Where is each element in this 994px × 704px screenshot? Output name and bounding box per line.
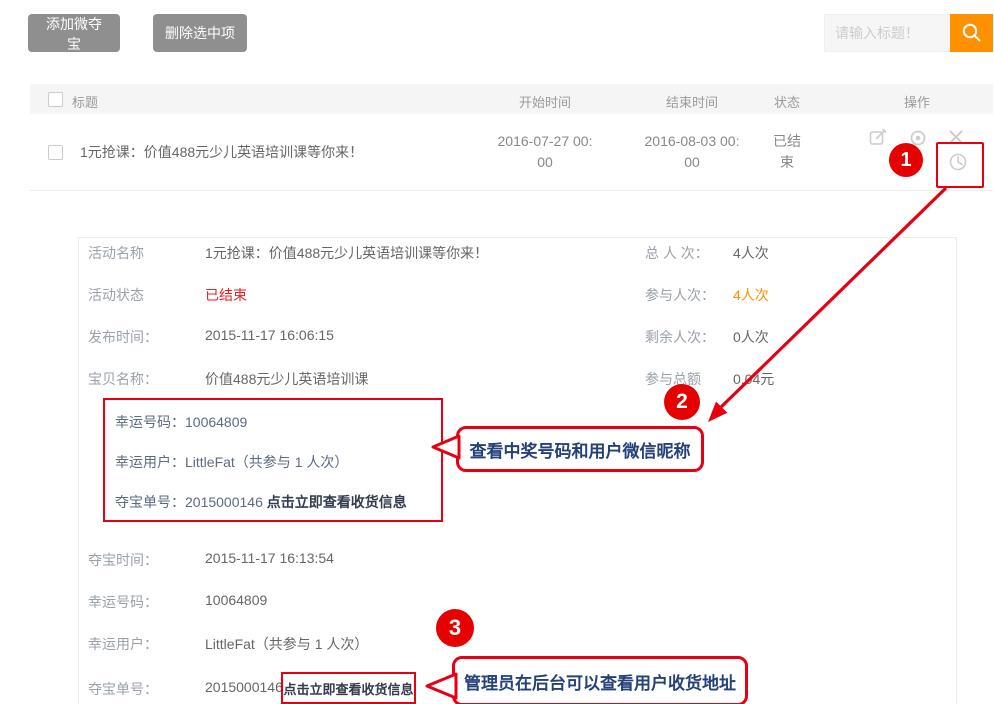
value-win-time: 2015-11-17 16:13:54 <box>205 550 334 566</box>
value-order-number: 2015000146 <box>205 679 283 695</box>
table-header: 标题 开始时间 结束时间 状态 操作 <box>30 84 993 114</box>
lucky-order-value: 2015000146 <box>185 494 267 510</box>
add-weiduobao-button[interactable]: 添加微夺宝 <box>28 14 120 52</box>
search-icon <box>960 21 984 45</box>
select-all-checkbox[interactable] <box>48 92 63 107</box>
callout-winning-info: 查看中奖号码和用户微信昵称 <box>456 426 704 472</box>
table-row[interactable]: 1元抢课：价值488元少儿英语培训课等你来！ 2016-07-27 00:00 … <box>30 114 993 191</box>
label-order-number: 夺宝单号： <box>88 679 158 699</box>
value-lucky-user: LittleFat（共参与 1 人次） <box>205 634 368 654</box>
view-shipping-info-link[interactable]: 点击立即查看收货信息 <box>267 494 407 510</box>
lucky-user-value: LittleFat（共参与 1 人次） <box>185 454 348 470</box>
cell-status: 已结束 <box>770 131 804 173</box>
step-badge-1: 1 <box>889 143 923 177</box>
label-total-count: 总 人 次： <box>645 243 709 263</box>
label-activity-name: 活动名称 <box>88 243 144 263</box>
lucky-order-row: 夺宝单号：2015000146 点击立即查看收货信息 <box>115 492 407 512</box>
cell-end-time: 2016-08-03 00:00 <box>642 131 742 173</box>
lucky-number-value: 10064809 <box>185 414 247 430</box>
column-header-end-time: 结束时间 <box>642 92 742 111</box>
label-publish-time: 发布时间： <box>88 327 158 347</box>
column-header-actions: 操作 <box>887 92 947 111</box>
value-total-count: 4人次 <box>733 243 769 263</box>
value-remaining-count: 0人次 <box>733 327 769 347</box>
label-activity-status: 活动状态 <box>88 285 144 305</box>
step-badge-2: 2 <box>664 384 700 420</box>
value-total-amount: 0.04元 <box>733 369 774 389</box>
lucky-number-label: 幸运号码： <box>115 414 185 430</box>
label-win-time: 夺宝时间： <box>88 550 158 570</box>
lucky-number-row: 幸运号码：10064809 <box>115 412 247 432</box>
step-badge-3: 3 <box>436 609 474 647</box>
search-input[interactable] <box>824 14 950 52</box>
row-checkbox[interactable] <box>48 145 63 160</box>
edit-icon[interactable] <box>868 127 888 147</box>
annotation-box-clock <box>936 142 984 188</box>
label-lucky-number: 幸运号码： <box>88 592 158 612</box>
label-lucky-user: 幸运用户： <box>88 634 158 654</box>
label-remaining-count: 剩余人次： <box>645 327 715 347</box>
delete-selected-button[interactable]: 删除选中项 <box>153 14 247 52</box>
label-joined-count: 参与人次： <box>645 285 715 305</box>
lucky-order-label: 夺宝单号： <box>115 494 185 510</box>
label-prize-name: 宝贝名称： <box>88 369 158 389</box>
value-activity-status: 已结束 <box>205 285 247 305</box>
search-button[interactable] <box>950 14 993 52</box>
row-title: 1元抢课：价值488元少儿英语培训课等你来！ <box>80 142 363 162</box>
value-prize-name: 价值488元少儿英语培训课 <box>205 369 368 389</box>
column-header-start-time: 开始时间 <box>495 92 595 111</box>
lucky-info-annotation-box: 幸运号码：10064809 幸运用户：LittleFat（共参与 1 人次） 夺… <box>103 398 443 522</box>
column-header-title: 标题 <box>72 92 98 111</box>
lucky-user-row: 幸运用户：LittleFat（共参与 1 人次） <box>115 452 348 472</box>
callout-shipping-address: 管理员在后台可以查看用户收货地址 <box>452 656 748 704</box>
value-publish-time: 2015-11-17 16:06:15 <box>205 327 334 343</box>
lucky-user-label: 幸运用户： <box>115 454 185 470</box>
column-header-status: 状态 <box>767 92 807 111</box>
value-joined-count: 4人次 <box>733 285 769 305</box>
cell-start-time: 2016-07-27 00:00 <box>495 131 595 173</box>
value-lucky-number: 10064809 <box>205 592 267 608</box>
weiduobao-admin-page: 添加微夺宝 删除选中项 标题 开始时间 结束时间 状态 操作 1元抢课：价值48… <box>0 0 994 704</box>
value-activity-name: 1元抢课：价值488元少儿英语培训课等你来！ <box>205 243 488 263</box>
view-shipping-info-link-boxed[interactable]: 点击立即查看收货信息 <box>281 672 416 704</box>
